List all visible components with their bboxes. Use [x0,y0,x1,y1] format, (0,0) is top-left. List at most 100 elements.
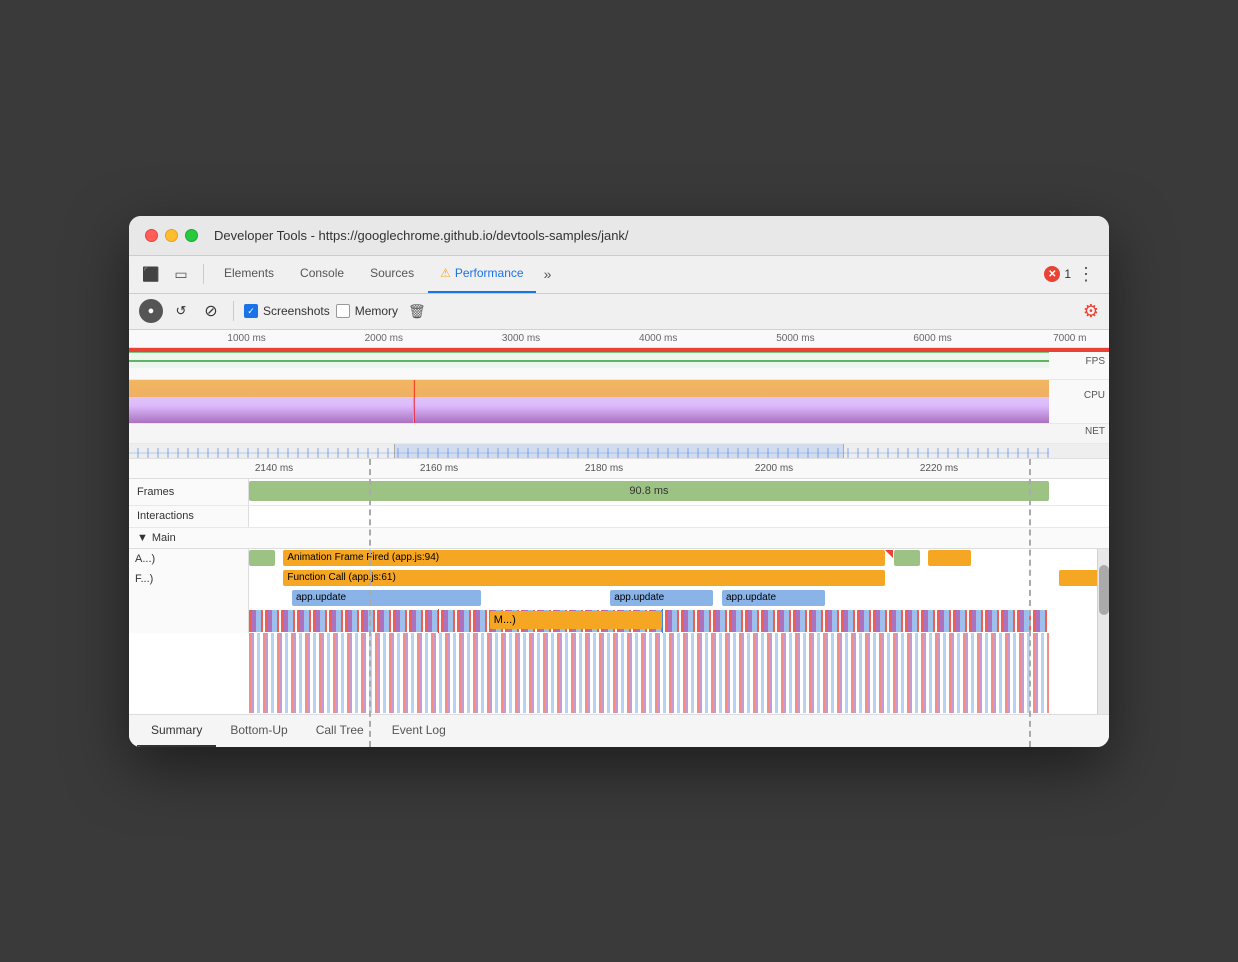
perf-toolbar: ● ↺ ⊘ ✓ Screenshots Memory 🗑 ⚙ [129,294,1109,330]
line-marker-1 [438,609,439,633]
error-icon: ✕ [1044,266,1060,282]
flame-chart: A...) Animation Frame Fired (app.js:94) … [129,549,1109,714]
flame-label-3 [129,589,249,609]
tab-bottom-up[interactable]: Bottom-Up [216,715,301,747]
cpu-yellow-fill [129,380,1049,397]
screenshots-track [129,444,1109,458]
flame-orange-right[interactable] [928,550,971,566]
clear-button[interactable]: ⊘ [199,299,223,323]
screenshots-checkbox[interactable]: ✓ [244,304,258,318]
interactions-row: Interactions [129,506,1109,528]
fps-fill [129,352,1049,379]
error-badge[interactable]: ✕ 1 [1044,266,1071,282]
dense-rows-bottom [249,633,1049,713]
flame-app-update-2[interactable]: app.update [610,590,713,606]
flame-app-update-3[interactable]: app.update [722,590,825,606]
close-button[interactable] [145,229,158,242]
timeline-overview: 1000 ms 2000 ms 3000 ms 4000 ms 5000 ms … [129,330,1109,459]
flame-m-block[interactable]: M...) [490,611,662,629]
tick-7000: 7000 m [1053,333,1086,344]
fps-label: FPS [1086,356,1105,367]
tick-1000: 1000 ms [227,333,265,344]
tab-bar: ⬛ ▭ Elements Console Sources ⚠ Performan… [137,255,1036,293]
tick-4000: 4000 ms [639,333,677,344]
flame-red-corner [885,550,893,558]
detail-area: 2140 ms 2160 ms 2180 ms 2200 ms 2220 ms … [129,459,1109,747]
warning-icon: ⚠ [440,266,451,280]
tab-elements[interactable]: Elements [212,255,286,293]
tab-call-tree[interactable]: Call Tree [302,715,378,747]
tab-event-log[interactable]: Event Log [378,715,460,747]
detail-tick-2180: 2180 ms [585,463,623,474]
detail-ruler: 2140 ms 2160 ms 2180 ms 2200 ms 2220 ms [129,459,1109,479]
bottom-tabs: Summary Bottom-Up Call Tree Event Log [129,714,1109,747]
line-marker-2 [662,609,663,633]
tab-summary[interactable]: Summary [137,715,216,747]
detail-tick-2140: 2140 ms [255,463,293,474]
detail-tick-2160: 2160 ms [420,463,458,474]
perf-divider [233,301,234,321]
cpu-track: CPU [129,380,1109,424]
maximize-button[interactable] [185,229,198,242]
tick-5000: 5000 ms [776,333,814,344]
flame-app-update-1[interactable]: app.update [292,590,481,606]
detail-tick-2220: 2220 ms [920,463,958,474]
collapse-icon: ▼ [137,532,148,544]
tick-6000: 6000 ms [913,333,951,344]
screenshot-selection [394,444,845,458]
flame-function-call[interactable]: Function Call (app.js:61) [283,570,885,586]
overview-tracks: FPS CPU NET [129,348,1109,458]
cursor-icon[interactable]: ⬛ [137,260,165,288]
window-title: Developer Tools - https://googlechrome.g… [214,228,629,243]
flame-animation-fired[interactable]: Animation Frame Fired (app.js:94) [283,550,885,566]
flame-label-1: A...) [129,549,249,569]
flame-row-4: M...) [129,609,1109,633]
tick-2000: 2000 ms [365,333,403,344]
tick-3000: 3000 ms [502,333,540,344]
minimize-button[interactable] [165,229,178,242]
main-label: Main [152,532,176,544]
traffic-lights [145,229,198,242]
trash-button[interactable]: 🗑 [408,303,426,320]
flame-green-right[interactable] [894,550,920,566]
titlebar: Developer Tools - https://googlechrome.g… [129,216,1109,256]
time-ruler: 1000 ms 2000 ms 3000 ms 4000 ms 5000 ms … [129,330,1109,348]
frames-row: Frames 90.8 ms [129,479,1109,506]
flame-row-1: A...) Animation Frame Fired (app.js:94) [129,549,1109,569]
reload-button[interactable]: ↺ [169,299,193,323]
frames-content: 90.8 ms [249,479,1109,505]
flame-label-4 [129,609,249,633]
screenshots-toggle[interactable]: ✓ Screenshots [244,304,330,318]
tab-divider-1 [203,264,204,284]
flame-row-3: app.update app.update app.update [129,589,1109,609]
detail-tick-2200: 2200 ms [755,463,793,474]
net-label: NET [1085,426,1105,437]
yellow-marker [413,380,414,423]
flame-row-2: F...) Function Call (app.js:61) [129,569,1109,589]
red-bar [129,348,1109,352]
copy-icon[interactable]: ▭ [167,260,195,288]
devtools-window: Developer Tools - https://googlechrome.g… [129,216,1109,747]
net-track: NET [129,424,1109,444]
settings-button[interactable]: ⚙ [1083,301,1099,322]
main-header[interactable]: ▼ Main [129,528,1109,549]
frame-block-main[interactable]: 90.8 ms [249,481,1049,501]
menu-button[interactable]: ⋮ [1071,264,1101,285]
tab-console[interactable]: Console [288,255,356,293]
scrollbar[interactable] [1097,549,1109,714]
interactions-content [249,506,1109,527]
memory-toggle[interactable]: Memory [336,304,398,318]
fps-line [129,360,1049,362]
memory-checkbox[interactable] [336,304,350,318]
flame-label-2: F...) [129,569,249,589]
tab-performance[interactable]: ⚠ Performance [428,255,535,293]
fps-track: FPS [129,352,1109,380]
interactions-label: Interactions [129,506,249,527]
scrollbar-thumb[interactable] [1099,565,1109,615]
tab-sources[interactable]: Sources [358,255,426,293]
flame-anim-pre[interactable] [249,550,275,566]
cpu-label: CPU [1084,390,1105,401]
frames-label: Frames [129,479,249,505]
tab-more-button[interactable]: » [538,262,558,286]
record-button[interactable]: ● [139,299,163,323]
